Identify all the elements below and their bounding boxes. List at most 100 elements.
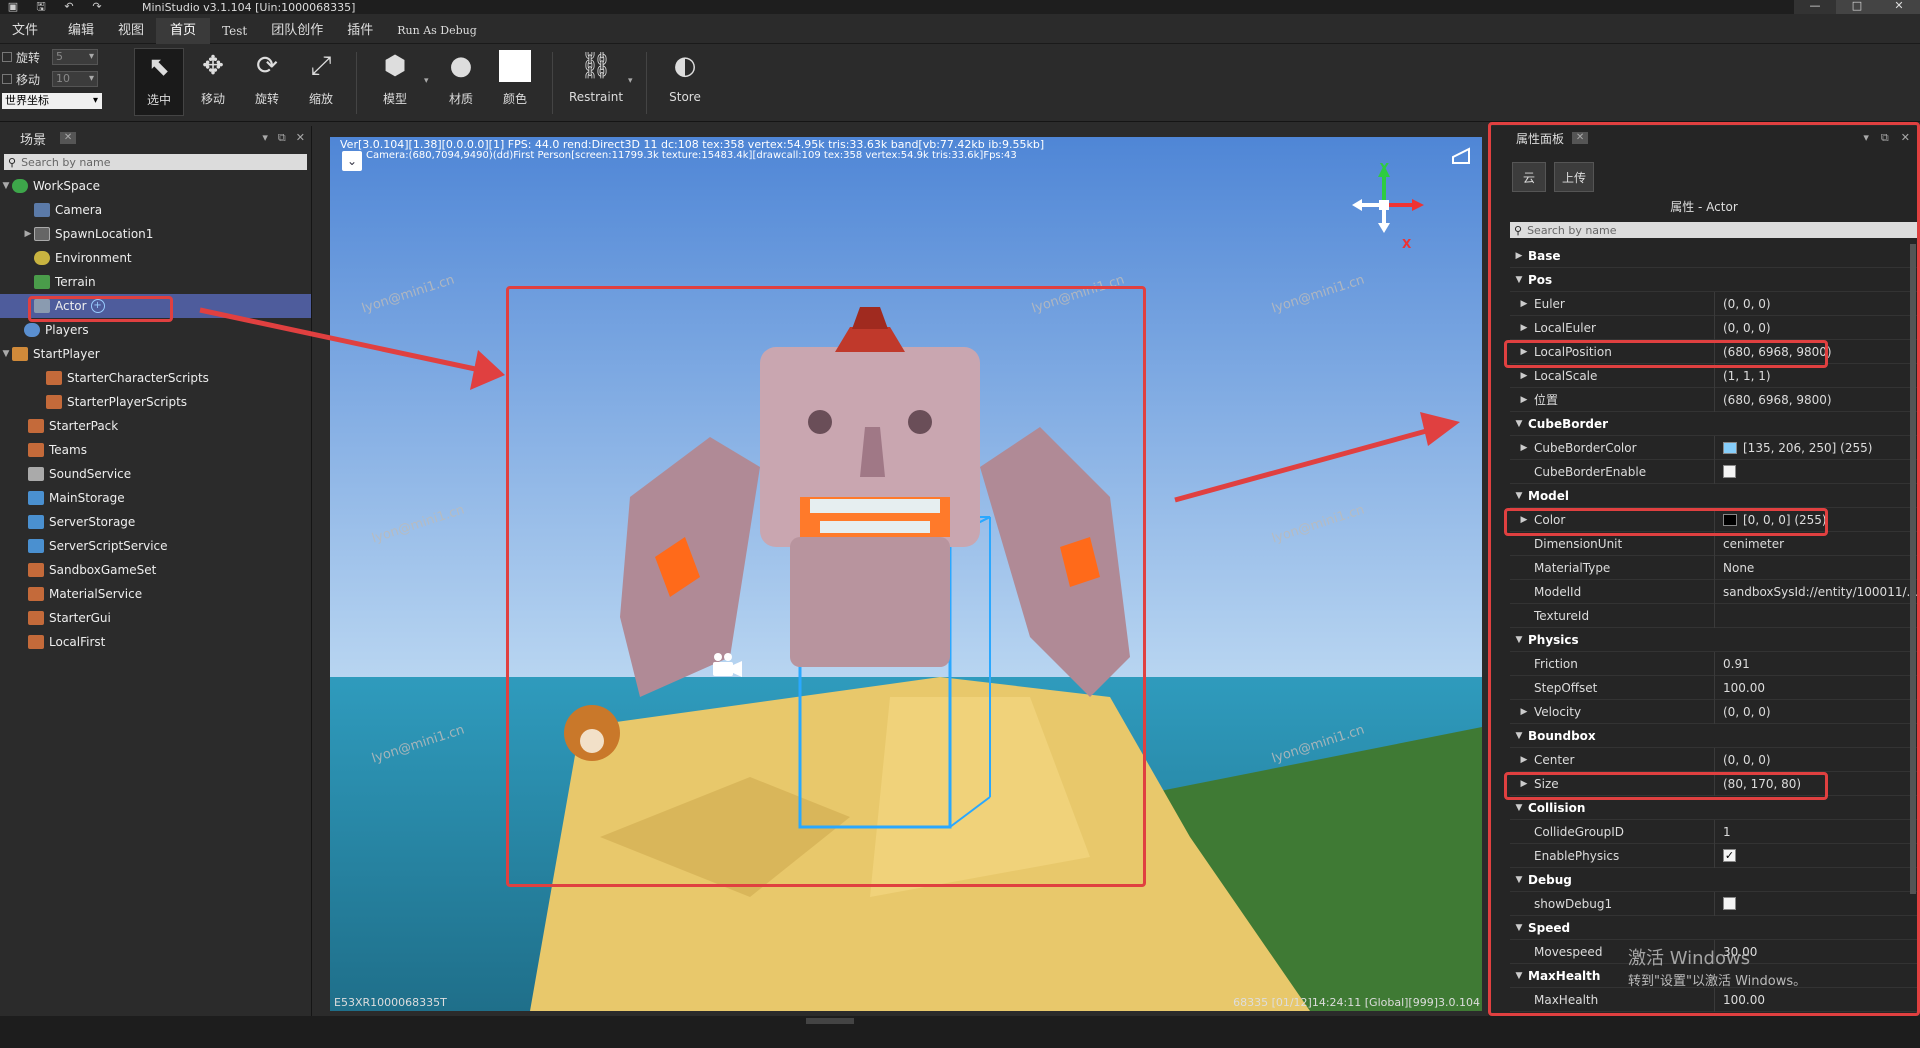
collapse-arrow-icon[interactable]: ▼ (1510, 275, 1528, 285)
property-row[interactable]: ▶ Color [0, 0, 0] (255) (1510, 507, 1920, 532)
property-value[interactable]: None (1715, 561, 1920, 575)
tree-item-workspace[interactable]: ▼ WorkSpace (0, 174, 311, 198)
upload-button[interactable]: 上传 (1554, 162, 1594, 192)
property-value[interactable]: (0, 0, 0) (1715, 705, 1920, 719)
tree-item-players[interactable]: Players (0, 318, 311, 342)
expand-arrow-icon[interactable]: ▶ (22, 229, 34, 239)
property-row[interactable]: ▶ Size (80, 170, 80) (1510, 771, 1920, 796)
property-row[interactable]: MaterialType None (1510, 555, 1920, 580)
collapse-arrow-icon[interactable]: ▼ (1510, 731, 1528, 741)
rotate-snap-checkbox[interactable] (2, 52, 12, 62)
expand-arrow-icon[interactable]: ▶ (1510, 299, 1528, 309)
collapse-arrow-icon[interactable]: ▼ (1510, 803, 1528, 813)
tree-item-serverscriptservice[interactable]: ServerScriptService (0, 534, 311, 558)
property-value[interactable]: (680, 6968, 9800) (1715, 345, 1920, 359)
tree-item-soundservice[interactable]: SoundService (0, 462, 311, 486)
move-snap-dropdown[interactable]: 10 (52, 71, 99, 87)
tree-item-starterpack[interactable]: StarterPack (0, 414, 311, 438)
tree-item-spawnlocation[interactable]: ▶ SpawnLocation1 (0, 222, 311, 246)
expand-arrow-icon[interactable]: ▶ (1510, 371, 1528, 381)
properties-search-input[interactable]: ⚲ Search by name (1510, 222, 1920, 238)
color-swatch[interactable] (1723, 513, 1737, 526)
property-checkbox[interactable] (1723, 897, 1736, 910)
tree-item-camera[interactable]: Camera (0, 198, 311, 222)
property-category[interactable]: ▼ Debug (1510, 868, 1920, 892)
panel-close-icon[interactable]: ✕ (296, 131, 305, 145)
property-checkbox[interactable] (1723, 465, 1736, 478)
model-tool-button[interactable]: ⬢ 模型 (370, 48, 420, 116)
tree-item-sandboxgameset[interactable]: SandboxGameSet (0, 558, 311, 582)
property-row[interactable]: CubeBorderEnable (1510, 459, 1920, 484)
property-value[interactable]: [135, 206, 250] (255) (1715, 441, 1920, 455)
property-value[interactable]: (1, 1, 1) (1715, 369, 1920, 383)
tree-item-startergui[interactable]: StarterGui (0, 606, 311, 630)
tree-item-startplayer[interactable]: ▼ StartPlayer (0, 342, 311, 366)
tree-item-materialservice[interactable]: MaterialService (0, 582, 311, 606)
expand-arrow-icon[interactable]: ▶ (1510, 251, 1528, 261)
rotate-snap-dropdown[interactable]: 5 (52, 49, 99, 65)
properties-panel-tab-close-icon[interactable]: ✕ (1572, 132, 1589, 144)
property-row[interactable]: MaxHealth 100.00 (1510, 987, 1920, 1012)
material-tool-button[interactable]: ● 材质 (436, 48, 486, 116)
property-row[interactable]: ▶ LocalEuler (0, 0, 0) (1510, 315, 1920, 340)
expand-arrow-icon[interactable]: ▶ (1510, 779, 1528, 789)
property-value[interactable]: [0, 0, 0] (255) (1715, 513, 1920, 527)
expand-arrow-icon[interactable]: ▶ (1510, 707, 1528, 717)
cloud-button[interactable]: 云 (1512, 162, 1546, 192)
property-value[interactable]: sandboxSysId://entity/100011/... (1715, 585, 1920, 599)
save-icon[interactable]: 🖫 (34, 1, 48, 13)
select-tool-button[interactable]: ⬉ 选中 (134, 48, 184, 116)
property-value[interactable]: 100.00 (1715, 993, 1920, 1007)
tree-item-startercharacterscripts[interactable]: StarterCharacterScripts (0, 366, 311, 390)
tree-item-terrain[interactable]: Terrain (0, 270, 311, 294)
property-row[interactable]: CollideGroupID 1 (1510, 819, 1920, 844)
panel-menu-icon[interactable]: ▾ (1863, 131, 1869, 145)
collapse-arrow-icon[interactable]: ▼ (1510, 491, 1528, 501)
property-category[interactable]: ▼ Physics (1510, 628, 1920, 652)
property-row[interactable]: StepOffset 100.00 (1510, 675, 1920, 700)
undo-icon[interactable]: ↶ (62, 1, 76, 13)
tree-item-starterplayerscripts[interactable]: StarterPlayerScripts (0, 390, 311, 414)
tree-item-teams[interactable]: Teams (0, 438, 311, 462)
property-row[interactable]: showDebug1 (1510, 891, 1920, 916)
color-tool-button[interactable]: 颜色 (490, 48, 540, 116)
collapse-arrow-icon[interactable]: ▼ (1510, 419, 1528, 429)
panel-close-icon[interactable]: ✕ (1901, 131, 1910, 145)
expand-arrow-icon[interactable]: ▶ (1510, 755, 1528, 765)
property-category[interactable]: ▼ Pos (1510, 268, 1920, 292)
maximize-button[interactable]: □ (1836, 0, 1878, 14)
panel-float-icon[interactable]: ⧉ (278, 131, 286, 145)
property-value[interactable]: 0.91 (1715, 657, 1920, 671)
property-value[interactable]: cenimeter (1715, 537, 1920, 551)
small-character[interactable] (564, 705, 620, 761)
expand-arrow-icon[interactable]: ▶ (1510, 395, 1528, 405)
status-scroll-handle[interactable] (806, 1018, 854, 1024)
menu-edit[interactable]: 编辑 (50, 18, 106, 44)
property-category[interactable]: ▼ CubeBorder (1510, 412, 1920, 436)
property-checkbox[interactable]: ✓ (1723, 849, 1736, 862)
property-category[interactable]: ▼ Boundbox (1510, 724, 1920, 748)
move-snap-checkbox[interactable] (2, 74, 12, 84)
property-value[interactable]: (80, 170, 80) (1715, 777, 1920, 791)
add-child-icon[interactable]: + (90, 299, 105, 313)
property-row[interactable]: TextureId (1510, 603, 1920, 628)
close-button[interactable]: ✕ (1878, 0, 1920, 14)
property-value[interactable]: (0, 0, 0) (1715, 297, 1920, 311)
panel-float-icon[interactable]: ⧉ (1881, 131, 1889, 145)
properties-scrollbar[interactable] (1910, 244, 1916, 894)
menu-plugins[interactable]: 插件 (335, 18, 385, 44)
property-row[interactable]: ▶ CubeBorderColor [135, 206, 250] (255) (1510, 435, 1920, 460)
collapse-arrow-icon[interactable]: ▼ (1510, 635, 1528, 645)
collapse-arrow-icon[interactable]: ▼ (1510, 875, 1528, 885)
property-value[interactable]: 1 (1715, 825, 1920, 839)
property-value[interactable] (1715, 465, 1920, 478)
property-row[interactable]: Friction 0.91 (1510, 651, 1920, 676)
property-row[interactable]: ▶ Center (0, 0, 0) (1510, 747, 1920, 772)
property-row[interactable]: EnablePhysics ✓ (1510, 843, 1920, 868)
property-row[interactable]: ▶ Velocity (0, 0, 0) (1510, 699, 1920, 724)
property-row[interactable]: ▶ LocalPosition (680, 6968, 9800) (1510, 339, 1920, 364)
panel-menu-icon[interactable]: ▾ (262, 131, 268, 145)
menu-run-debug[interactable]: Run As Debug (385, 18, 489, 44)
property-value[interactable]: 100.00 (1715, 681, 1920, 695)
rotate-tool-button[interactable]: ⟳ 旋转 (242, 48, 292, 116)
